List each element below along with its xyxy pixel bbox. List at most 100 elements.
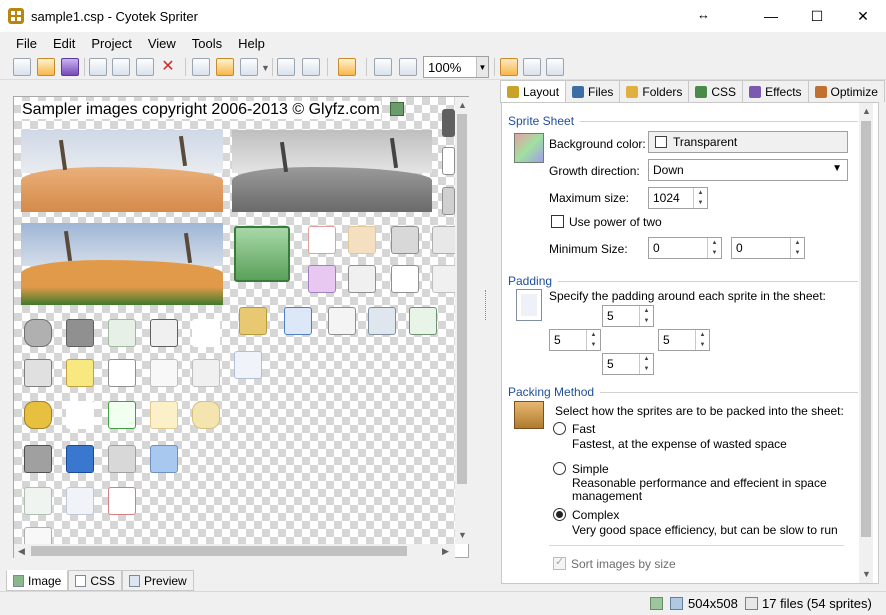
padding-bottom-stepper[interactable]: ▲ ▼ [639, 354, 653, 374]
folder-edit-icon[interactable] [239, 307, 267, 335]
close-button[interactable]: ✕ [840, 0, 886, 32]
printer-icon[interactable] [24, 359, 52, 387]
padding-right-stepper[interactable]: ▲ ▼ [695, 330, 709, 350]
scroll-left-icon[interactable]: ◀ [18, 546, 25, 557]
user-card-faded-icon[interactable] [192, 359, 220, 387]
padding-left-input[interactable]: 5 ▲ ▼ [549, 329, 601, 351]
camera-icon[interactable] [24, 445, 52, 473]
checklist-icon[interactable] [308, 226, 336, 254]
background-color-picker[interactable]: Transparent [648, 131, 848, 153]
play-faded-icon[interactable] [150, 445, 178, 473]
scroll-thumb[interactable] [861, 121, 871, 537]
minimum-width-stepper[interactable]: ▲ ▼ [707, 238, 721, 258]
binary-download-green-icon[interactable] [108, 401, 136, 429]
save-disk-icon[interactable] [308, 265, 336, 293]
generate-sheet-icon[interactable] [338, 58, 356, 76]
minimum-height-input[interactable]: 0 ▲ ▼ [731, 237, 805, 259]
notebook-faded-icon[interactable] [108, 319, 136, 347]
tree-structure-icon[interactable] [328, 307, 356, 335]
camera-faded-icon[interactable] [108, 445, 136, 473]
partial-sprite[interactable] [442, 109, 455, 137]
maximum-size-stepper[interactable]: ▲ ▼ [693, 188, 707, 208]
paste-icon[interactable] [136, 58, 154, 76]
partial-sprite[interactable] [442, 147, 455, 175]
tab-folders[interactable]: Folders [619, 80, 690, 102]
binoculars-faded-icon[interactable] [234, 351, 262, 379]
padding-bottom-input[interactable]: 5 ▲ ▼ [602, 353, 654, 375]
menu-project[interactable]: Project [83, 36, 139, 51]
scroll-down-icon[interactable]: ▼ [862, 569, 871, 579]
search-document-icon[interactable] [391, 226, 419, 254]
database-icon[interactable] [24, 319, 52, 347]
spellcheck-icon[interactable] [391, 265, 419, 293]
spellcheck-faded-icon[interactable] [150, 359, 178, 387]
packing-complex-radio[interactable] [553, 508, 566, 521]
tab-image[interactable]: Image [6, 570, 69, 591]
cut-icon[interactable] [89, 58, 107, 76]
panel-splitter[interactable] [485, 290, 489, 320]
image-add-faded-icon[interactable] [66, 487, 94, 515]
save-icon[interactable] [61, 58, 79, 76]
tab-layout[interactable]: Layout [500, 80, 567, 103]
database-info-icon[interactable] [24, 401, 52, 429]
maximize-button[interactable]: ☐ [794, 0, 840, 32]
preview-icon[interactable] [546, 58, 564, 76]
dropdown-arrow-icon[interactable]: ▼ [261, 63, 270, 73]
open-icon[interactable] [37, 58, 55, 76]
scroll-right-icon[interactable]: ▶ [442, 546, 449, 557]
padding-top-stepper[interactable]: ▲ ▼ [639, 306, 653, 326]
clipboard-check-icon[interactable] [348, 265, 376, 293]
tab-optimize[interactable]: Optimize [807, 80, 885, 102]
tree-add-icon[interactable] [409, 307, 437, 335]
add-image-icon[interactable] [192, 58, 210, 76]
menu-edit[interactable]: Edit [45, 36, 83, 51]
binoculars-window-icon[interactable] [284, 307, 312, 335]
add-dropdown-icon[interactable] [240, 58, 258, 76]
spellcheck-small-icon[interactable] [108, 359, 136, 387]
menu-tools[interactable]: Tools [184, 36, 230, 51]
packing-fast-radio[interactable] [553, 422, 566, 435]
scroll-thumb[interactable] [31, 546, 407, 556]
padding-top-input[interactable]: 5 ▲ ▼ [602, 305, 654, 327]
sprite-label-icon[interactable] [523, 58, 541, 76]
user-card-icon[interactable] [368, 307, 396, 335]
checklist-small-icon[interactable] [108, 487, 136, 515]
landscape-sprite[interactable] [21, 130, 223, 212]
minimize-button[interactable]: — [748, 0, 794, 32]
binary-download-icon[interactable] [150, 319, 178, 347]
minimum-width-input[interactable]: 0 ▲ ▼ [648, 237, 722, 259]
minimum-height-stepper[interactable]: ▲ ▼ [790, 238, 804, 258]
menu-help[interactable]: Help [230, 36, 273, 51]
landscape-grayscale-sprite[interactable] [232, 130, 432, 212]
scroll-up-icon[interactable]: ▲ [458, 100, 467, 110]
zoom-in-icon[interactable] [374, 58, 392, 76]
tree-add-faded-icon[interactable] [24, 487, 52, 515]
padding-right-input[interactable]: 5 ▲ ▼ [658, 329, 710, 351]
database-faded-icon[interactable] [192, 401, 220, 429]
play-gray-icon[interactable] [66, 319, 94, 347]
menu-file[interactable]: File [8, 36, 45, 51]
printer-faded-icon[interactable] [432, 265, 455, 293]
tab-css[interactable]: CSS [68, 570, 123, 591]
new-icon[interactable] [13, 58, 31, 76]
grid-icon[interactable] [500, 58, 518, 76]
padding-left-stepper[interactable]: ▲ ▼ [586, 330, 600, 350]
folder-faded-icon[interactable] [348, 226, 376, 254]
sort-images-checkbox[interactable]: ✓ [553, 556, 566, 570]
canvas-horizontal-scrollbar[interactable]: ◀ ▶ [14, 544, 455, 558]
packing-simple-radio[interactable] [553, 462, 566, 475]
image-file-icon[interactable] [432, 226, 455, 254]
maximum-size-input[interactable]: 1024 ▲ ▼ [648, 187, 708, 209]
play-blue-icon[interactable] [66, 445, 94, 473]
settings-scrollbar[interactable]: ▲ ▼ [859, 103, 873, 583]
zoom-out-icon[interactable] [399, 58, 417, 76]
scroll-down-icon[interactable]: ▼ [458, 530, 467, 540]
sprite-canvas[interactable]: Sampler images copyright 2006-2013 © Gly… [14, 97, 455, 544]
import-icon[interactable] [277, 58, 295, 76]
note-edit-icon[interactable] [66, 359, 94, 387]
scroll-thumb[interactable] [457, 114, 467, 484]
partial-sprite[interactable] [442, 187, 455, 215]
use-power-of-two-checkbox[interactable] [551, 215, 564, 228]
tab-css-settings[interactable]: CSS [688, 80, 744, 102]
eyedropper-icon[interactable] [192, 319, 220, 347]
